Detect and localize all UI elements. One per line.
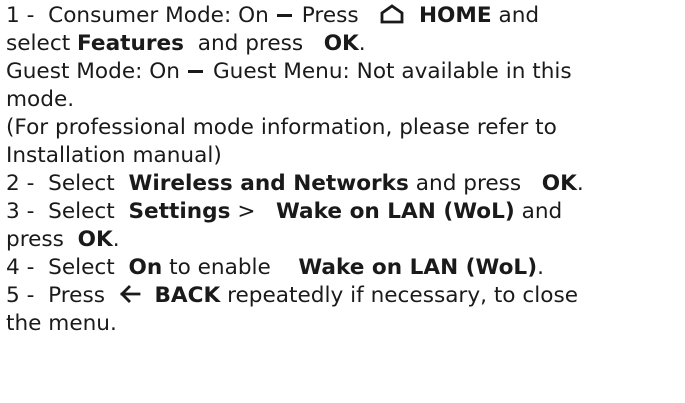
professional-mode-note: (For professional mode information, plea… [6, 114, 681, 142]
press-text: Press [48, 283, 105, 308]
back-button-label: BACK [154, 283, 221, 308]
to-enable-text: to enable [169, 255, 271, 280]
installation-manual-text: Installation manual) [6, 143, 222, 168]
ok-button-label: OK [323, 31, 359, 56]
dash-separator [276, 13, 292, 17]
step-2-line: 2 - Select Wireless and Networks and pre… [6, 170, 681, 198]
and-text: and [498, 3, 540, 28]
select-text: select [6, 31, 71, 56]
consumer-mode-text: Consumer Mode: On [48, 3, 269, 28]
and-text: and [521, 199, 563, 224]
professional-mode-text: (For professional mode information, plea… [6, 115, 557, 140]
step-5-line-continued: the menu. [6, 310, 681, 338]
wireless-networks-label: Wireless and Networks [128, 171, 409, 196]
step-number: 1 - [6, 3, 35, 28]
select-text: Select [48, 199, 115, 224]
guest-mode-line: Guest Mode: On Guest Menu: Not available … [6, 58, 681, 86]
ok-button-label: OK [77, 227, 113, 252]
back-arrow-icon [119, 285, 141, 303]
the-menu-text: the menu. [6, 311, 117, 336]
home-icon [379, 4, 405, 24]
step-number: 2 - [6, 171, 35, 196]
period: . [358, 31, 366, 56]
features-menu-label: Features [77, 31, 184, 56]
period: . [537, 255, 544, 280]
select-text: Select [48, 255, 115, 280]
guest-mode-line-continued: mode. [6, 86, 681, 114]
step-1-line-continued: select Features and press OK. [6, 30, 681, 58]
period: . [112, 227, 120, 252]
step-3-line: 3 - Select Settings > Wake on LAN (WoL) … [6, 198, 681, 226]
wake-on-lan-label: Wake on LAN (WoL) [276, 199, 515, 224]
select-text: Select [48, 171, 115, 196]
press-text: Press [301, 3, 359, 28]
dash-separator [187, 69, 203, 73]
step-number: 3 - [6, 199, 35, 224]
instructions-document: 1 - Consumer Mode: On Press HOME and sele… [6, 2, 681, 338]
home-button-label: HOME [418, 3, 492, 28]
mode-text: mode. [6, 87, 75, 112]
settings-menu-label: Settings [128, 199, 231, 224]
ok-button-label: OK [541, 171, 577, 196]
repeatedly-text: repeatedly if necessary, to close [227, 283, 578, 308]
and-press-text: and press [415, 171, 522, 196]
press-text: press [6, 227, 64, 252]
step-number: 5 - [6, 283, 35, 308]
professional-mode-note-continued: Installation manual) [6, 142, 681, 170]
wake-on-lan-label: Wake on LAN (WoL) [298, 255, 538, 280]
period: . [576, 171, 584, 196]
path-separator: > [237, 199, 256, 224]
step-number: 4 - [6, 255, 35, 280]
guest-menu-text: Guest Menu: Not available in this [212, 59, 572, 84]
step-3-line-continued: press OK. [6, 226, 681, 254]
step-4-line: 4 - Select On to enable Wake on LAN (WoL… [6, 254, 681, 282]
step-5-line: 5 - Press BACK repeatedly if necessary, … [6, 282, 681, 310]
and-press-text: and press [197, 31, 304, 56]
step-1-line: 1 - Consumer Mode: On Press HOME and [6, 2, 681, 30]
on-option-label: On [128, 255, 163, 280]
guest-mode-text: Guest Mode: On [6, 59, 180, 84]
